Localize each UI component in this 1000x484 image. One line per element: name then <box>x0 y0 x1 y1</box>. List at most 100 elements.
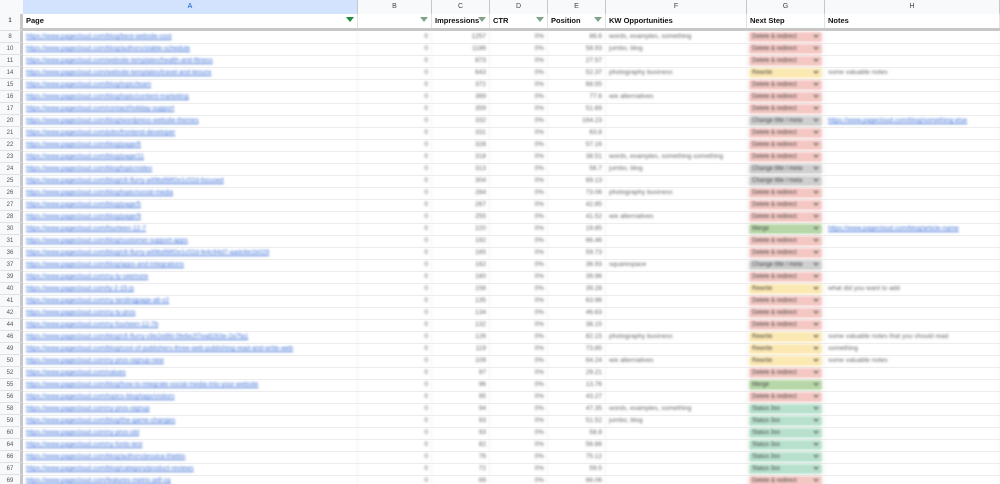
kw-opportunities-cell[interactable] <box>606 175 747 187</box>
chevron-down-icon[interactable] <box>813 359 819 362</box>
page-url-cell[interactable]: https://www.pagecloud.com/blog/customer-… <box>23 235 358 247</box>
impressions-cell[interactable]: 372 <box>432 79 490 91</box>
next-step-cell[interactable]: Delete & redirect <box>747 271 825 283</box>
ctr-cell[interactable]: 0% <box>490 79 548 91</box>
notes-cell[interactable]: what did you want to add <box>825 283 1000 295</box>
next-step-cell[interactable]: Rewrite <box>747 67 825 79</box>
ctr-cell[interactable]: 0% <box>490 187 548 199</box>
impressions-cell[interactable]: 1257 <box>432 31 490 43</box>
kw-opportunities-cell[interactable] <box>606 127 747 139</box>
kw-opportunities-cell[interactable]: wix alternatives <box>606 211 747 223</box>
position-cell[interactable]: 47.35 <box>548 403 606 415</box>
position-cell[interactable]: 63.8 <box>548 127 606 139</box>
next-step-dropdown[interactable]: Delete & redirect <box>749 308 822 318</box>
ctr-cell[interactable]: 0% <box>490 223 548 235</box>
header-b[interactable] <box>358 14 432 28</box>
next-step-dropdown[interactable]: Delete & redirect <box>749 32 822 42</box>
column-b-cell[interactable]: 0 <box>358 223 432 235</box>
position-cell[interactable]: 41.52 <box>548 211 606 223</box>
next-step-cell[interactable]: Rewrite <box>747 283 825 295</box>
row-number[interactable]: 44 <box>0 319 23 331</box>
ctr-cell[interactable]: 0% <box>490 295 548 307</box>
notes-cell[interactable] <box>825 271 1000 283</box>
row-number[interactable]: 40 <box>0 283 23 295</box>
ctr-cell[interactable]: 0% <box>490 211 548 223</box>
page-url-cell[interactable]: https://www.pagecloud.com/contact/holida… <box>23 103 358 115</box>
column-b-cell[interactable]: 0 <box>358 211 432 223</box>
next-step-cell[interactable]: Delete & redirect <box>747 103 825 115</box>
impressions-cell[interactable]: 328 <box>432 139 490 151</box>
column-b-cell[interactable]: 0 <box>358 283 432 295</box>
row-number[interactable]: 16 <box>0 91 23 103</box>
next-step-cell[interactable]: Rewrite <box>747 331 825 343</box>
row-number[interactable]: 24 <box>0 163 23 175</box>
next-step-cell[interactable]: Delete & redirect <box>747 139 825 151</box>
row-number[interactable]: 42 <box>0 307 23 319</box>
notes-cell[interactable] <box>825 451 1000 463</box>
notes-cell[interactable] <box>825 43 1000 55</box>
next-step-dropdown[interactable]: Delete & redirect <box>749 392 822 402</box>
row-number[interactable]: 58 <box>0 403 23 415</box>
column-b-cell[interactable]: 0 <box>358 163 432 175</box>
page-url-cell[interactable]: https://www.pagecloud.com/jobs/frontend-… <box>23 127 358 139</box>
page-url-cell[interactable]: https://www.pagecloud.com/blog/c6-flurry… <box>23 247 358 259</box>
ctr-cell[interactable]: 0% <box>490 271 548 283</box>
page-url-cell[interactable]: https://www.pagecloud.com/website-templa… <box>23 55 358 67</box>
notes-cell[interactable]: some valuable notes that you should read <box>825 331 1000 343</box>
header-position[interactable]: Position <box>548 14 606 28</box>
row-number[interactable]: 21 <box>0 127 23 139</box>
kw-opportunities-cell[interactable] <box>606 463 747 475</box>
notes-cell[interactable]: something <box>825 343 1000 355</box>
column-b-cell[interactable]: 0 <box>358 247 432 259</box>
notes-cell[interactable] <box>825 403 1000 415</box>
kw-opportunities-cell[interactable] <box>606 115 747 127</box>
ctr-cell[interactable]: 0% <box>490 319 548 331</box>
impressions-cell[interactable]: 332 <box>432 115 490 127</box>
impressions-cell[interactable]: 119 <box>432 343 490 355</box>
next-step-cell[interactable]: Delete & redirect <box>747 31 825 43</box>
chevron-down-icon[interactable] <box>813 107 819 110</box>
kw-opportunities-cell[interactable] <box>606 271 747 283</box>
chevron-down-icon[interactable] <box>813 71 819 74</box>
column-b-cell[interactable]: 0 <box>358 331 432 343</box>
kw-opportunities-cell[interactable] <box>606 295 747 307</box>
column-b-cell[interactable]: 0 <box>358 379 432 391</box>
position-cell[interactable]: 75.12 <box>548 451 606 463</box>
next-step-dropdown[interactable]: Delete & redirect <box>749 476 822 484</box>
impressions-cell[interactable]: 160 <box>432 271 490 283</box>
kw-opportunities-cell[interactable] <box>606 451 747 463</box>
next-step-dropdown[interactable]: Delete & redirect <box>749 200 822 210</box>
impressions-cell[interactable]: 369 <box>432 91 490 103</box>
kw-opportunities-cell[interactable]: jumbo, blog <box>606 163 747 175</box>
impressions-cell[interactable]: 192 <box>432 235 490 247</box>
kw-opportunities-cell[interactable] <box>606 391 747 403</box>
next-step-cell[interactable]: Merge <box>747 223 825 235</box>
position-cell[interactable]: 38.15 <box>548 319 606 331</box>
ctr-cell[interactable]: 0% <box>490 163 548 175</box>
ctr-cell[interactable]: 0% <box>490 43 548 55</box>
ctr-cell[interactable]: 0% <box>490 415 548 427</box>
header-next-step[interactable]: Next Step <box>747 14 825 28</box>
page-url-cell[interactable]: https://www.pagecloud.com/blog/page/6 <box>23 139 358 151</box>
chevron-down-icon[interactable] <box>813 299 819 302</box>
column-b-cell[interactable]: 0 <box>358 175 432 187</box>
notes-cell[interactable] <box>825 439 1000 451</box>
position-cell[interactable]: 51.69 <box>548 103 606 115</box>
notes-cell[interactable] <box>825 103 1000 115</box>
next-step-dropdown[interactable]: Delete & redirect <box>749 212 822 222</box>
filter-icon[interactable] <box>536 17 544 22</box>
ctr-cell[interactable]: 0% <box>490 475 548 484</box>
page-url-cell[interactable]: https://www.pagecloud.com/blog/c6-flurry… <box>23 175 358 187</box>
column-b-cell[interactable]: 0 <box>358 235 432 247</box>
ctr-cell[interactable]: 0% <box>490 91 548 103</box>
column-b-cell[interactable]: 0 <box>358 55 432 67</box>
page-url-cell[interactable]: https://www.pagecloud.com/blog/page/11 <box>23 151 358 163</box>
impressions-cell[interactable]: 72 <box>432 463 490 475</box>
chevron-down-icon[interactable] <box>813 239 819 242</box>
row-number[interactable]: 39 <box>0 271 23 283</box>
column-b-cell[interactable]: 0 <box>358 115 432 127</box>
row-number[interactable]: 69 <box>0 475 23 484</box>
column-b-cell[interactable]: 0 <box>358 295 432 307</box>
next-step-dropdown[interactable]: Status 3xx <box>749 464 822 474</box>
position-cell[interactable]: 56.66 <box>548 439 606 451</box>
